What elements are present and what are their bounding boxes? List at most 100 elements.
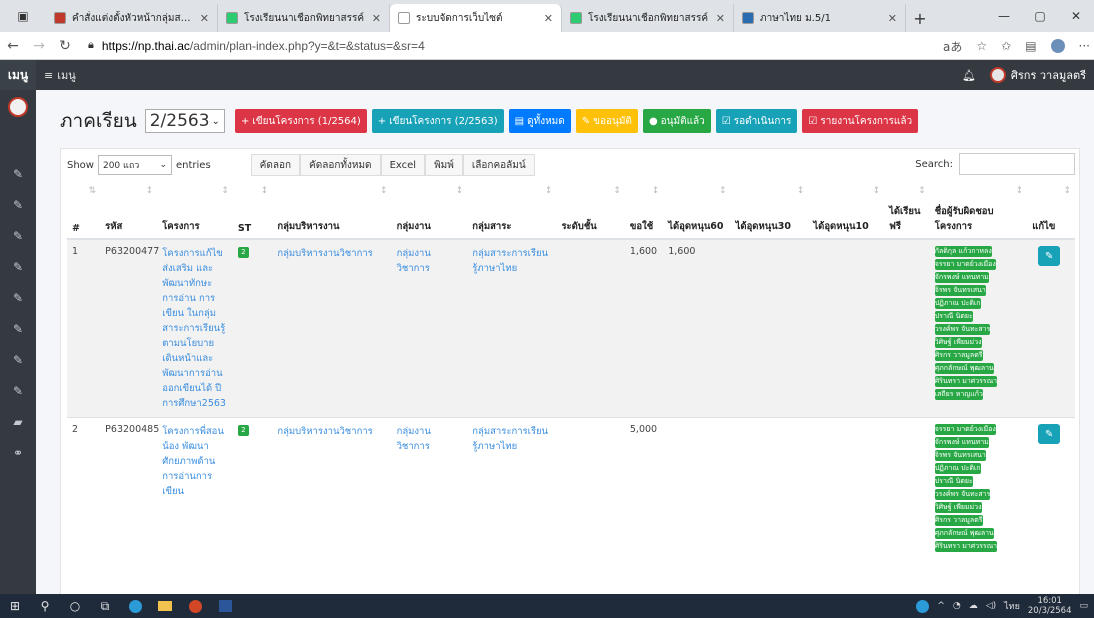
cell-link-project[interactable]: โครงการพี่สอนน้อง พัฒนาศักยภาพด้านการอ่า…: [162, 426, 224, 497]
sidebar-item-edit-3[interactable]: ✎: [0, 220, 36, 251]
cell-link-work-group[interactable]: กลุ่มงานวิชาการ: [397, 426, 431, 452]
cell-link-admin-group[interactable]: กลุ่มบริหารงานวิชาการ: [277, 426, 372, 437]
refresh-button[interactable]: ↻: [52, 38, 78, 54]
sidebar-item-edit-1[interactable]: ✎: [0, 158, 36, 189]
close-window-button[interactable]: ✕: [1058, 0, 1094, 32]
new-tab-button[interactable]: +: [906, 4, 934, 32]
more-options-icon[interactable]: ···: [1079, 39, 1090, 53]
export-button-2[interactable]: คัดลอกทั้งหมด: [300, 154, 381, 176]
column-header[interactable]: ↕ ได้เรียนฟรี: [884, 182, 930, 240]
edge-taskbar-icon[interactable]: [120, 594, 150, 618]
semester-select[interactable]: 2/2563 ⌄: [144, 109, 225, 133]
column-header[interactable]: ↕ ได้อุดหนุน30: [730, 182, 809, 240]
search-input[interactable]: [959, 153, 1075, 175]
word-icon[interactable]: [210, 594, 240, 618]
pencil-icon: ✎: [581, 115, 591, 127]
browser-tab-1[interactable]: คำสั่งแต่งตั้งหัวหน้ากลุ่มสาระและ2 ผ/ ✕: [46, 4, 218, 32]
url-field[interactable]: 🔒︎ https://np.thai.ac/admin/plan-index.p…: [88, 39, 425, 53]
browser-tab-3[interactable]: ระบบจัดการเว็บไซต์ ✕: [390, 4, 562, 32]
responsible-badge: จิรพร จันทรเสนา: [934, 285, 986, 296]
forward-button[interactable]: →: [26, 38, 52, 54]
column-header[interactable]: ↕ ได้อุดหนุน60: [663, 182, 731, 240]
file-explorer-icon[interactable]: [150, 594, 180, 618]
export-button-3[interactable]: Excel: [380, 154, 426, 176]
powerpoint-icon[interactable]: [180, 594, 210, 618]
action-button-1[interactable]: + เขียนโครงการ (1/2564): [234, 109, 367, 133]
clock[interactable]: 16:01 20/3/2564: [1028, 596, 1072, 616]
user-menu[interactable]: ศิรกร วาลมูลตรี: [989, 66, 1086, 84]
windows-start-icon[interactable]: ⊞: [0, 594, 30, 618]
notification-center-icon[interactable]: ▭: [1079, 601, 1088, 611]
column-header[interactable]: ↕ ชื่อผู้รับผิดชอบโครงการ: [929, 182, 1028, 240]
browser-tab-5[interactable]: ภาษาไทย ม.5/1 ✕: [734, 4, 906, 32]
keyboard-language[interactable]: ไทย: [1004, 599, 1020, 613]
sidebar-item-edit-7[interactable]: ✎: [0, 344, 36, 375]
address-bar-actions: aあ ☆ ✩ ▤ ···: [943, 32, 1090, 60]
length-select[interactable]: 200 แถว ⌄: [97, 155, 172, 175]
column-header[interactable]: ↕ กลุ่มงาน: [391, 182, 468, 240]
column-header[interactable]: ⇅ #: [67, 182, 101, 240]
sidebar-item-link[interactable]: ⚭: [0, 437, 36, 468]
action-button-label: เขียนโครงการ (2/2563): [389, 115, 498, 127]
column-header[interactable]: ↕ ST: [232, 182, 273, 240]
column-header[interactable]: ↕ รหัส: [100, 182, 158, 240]
show-hidden-icons[interactable]: ^: [937, 601, 945, 611]
profile-avatar-icon[interactable]: [1050, 39, 1065, 53]
action-button-3[interactable]: ▤ ดูทั้งหมด: [508, 109, 571, 133]
cell-link-subject-group[interactable]: กลุ่มสาระการเรียนรู้ภาษาไทย: [472, 426, 548, 452]
column-header[interactable]: ↕ แก้ไข: [1027, 182, 1075, 240]
action-button-7[interactable]: ☑ รายงานโครงการแล้ว: [802, 109, 919, 133]
menu-toggle-button[interactable]: ≡ เมนู: [44, 66, 76, 84]
cloud-icon[interactable]: ☁: [969, 601, 978, 611]
cell-link-admin-group[interactable]: กลุ่มบริหารงานวิชาการ: [277, 248, 372, 259]
sidebar-item-edit-8[interactable]: ✎: [0, 375, 36, 406]
export-button-4[interactable]: พิมพ์: [425, 154, 463, 176]
browser-tab-2[interactable]: โรงเรียนนาเชือกพิทยาสรรค์ ✕: [218, 4, 390, 32]
tab-close-icon[interactable]: ✕: [888, 12, 897, 25]
speaker-icon[interactable]: ◁): [986, 601, 996, 611]
maximize-button[interactable]: ▢: [1022, 0, 1058, 32]
notification-bell-icon[interactable]: 🔔︎: [962, 69, 976, 82]
sidebar-item-edit-6[interactable]: ✎: [0, 313, 36, 344]
tab-close-icon[interactable]: ✕: [716, 12, 725, 25]
action-button-5[interactable]: ● อนุมัติแล้ว: [642, 109, 711, 133]
read-aloud-icon[interactable]: aあ: [943, 38, 962, 55]
export-button-1[interactable]: คัดลอก: [250, 154, 301, 176]
favorite-star-icon[interactable]: ☆: [976, 39, 987, 53]
edit-button[interactable]: ✎: [1038, 424, 1061, 444]
column-header[interactable]: ↕ ระดับชั้น: [556, 182, 625, 240]
column-header[interactable]: ↕ กลุ่มบริหารงาน: [272, 182, 392, 240]
tab-close-icon[interactable]: ✕: [200, 12, 209, 25]
column-header[interactable]: ↕ ได้อุดหนุน10: [808, 182, 885, 240]
action-button-2[interactable]: + เขียนโครงการ (2/2563): [371, 109, 504, 133]
browser-tab-4[interactable]: โรงเรียนนาเชือกพิทยาสรรค์ ✕: [562, 4, 734, 32]
tab-close-icon[interactable]: ✕: [372, 12, 381, 25]
action-button-4[interactable]: ✎ ขออนุมัติ: [575, 109, 638, 133]
cell-link-subject-group[interactable]: กลุ่มสาระการเรียนรู้ภาษาไทย: [472, 248, 548, 274]
back-button[interactable]: ←: [0, 38, 26, 54]
edit-button[interactable]: ✎: [1038, 246, 1061, 266]
sidebar-item-edit-4[interactable]: ✎: [0, 251, 36, 282]
sidebar-item-edit-5[interactable]: ✎: [0, 282, 36, 313]
column-header[interactable]: ↕ ขอใช้: [624, 182, 664, 240]
tab-close-icon[interactable]: ✕: [544, 12, 553, 25]
network-icon[interactable]: ◔: [953, 601, 961, 611]
minimize-button[interactable]: —: [986, 0, 1022, 32]
cortana-icon[interactable]: ○: [60, 594, 90, 618]
projects-table: ⇅ # ↕ รหัส ↕ โครงการ ↕ ST ↕ กลุ่มบริหารงาน ↕ กลุ่มง…: [67, 182, 1075, 560]
column-header[interactable]: ↕ กลุ่มสาระ: [467, 182, 557, 240]
cell-link-work-group[interactable]: กลุ่มงานวิชาการ: [397, 248, 431, 274]
favorites-icon[interactable]: ✩: [1001, 39, 1011, 53]
column-header[interactable]: ↕ โครงการ: [157, 182, 233, 240]
help-icon[interactable]: [916, 599, 930, 613]
action-button-6[interactable]: ☑ รอดำเนินการ: [715, 109, 798, 133]
cell-link-project[interactable]: โครงการแก้ไข ส่งเสริม และพัฒนาทักษะการอ่…: [162, 248, 226, 409]
search-icon[interactable]: ⚲: [30, 594, 60, 618]
collections-icon[interactable]: ▤: [1025, 39, 1036, 53]
sidebar-item-book[interactable]: ▰: [0, 406, 36, 437]
tab-actions-icon[interactable]: ▣: [17, 9, 28, 23]
export-button-5[interactable]: เลือกคอลัมน์: [462, 154, 535, 176]
sidebar-item-edit-2[interactable]: ✎: [0, 189, 36, 220]
task-view-icon[interactable]: ⧉: [90, 594, 120, 618]
edit-icon: ✎: [1045, 428, 1054, 440]
